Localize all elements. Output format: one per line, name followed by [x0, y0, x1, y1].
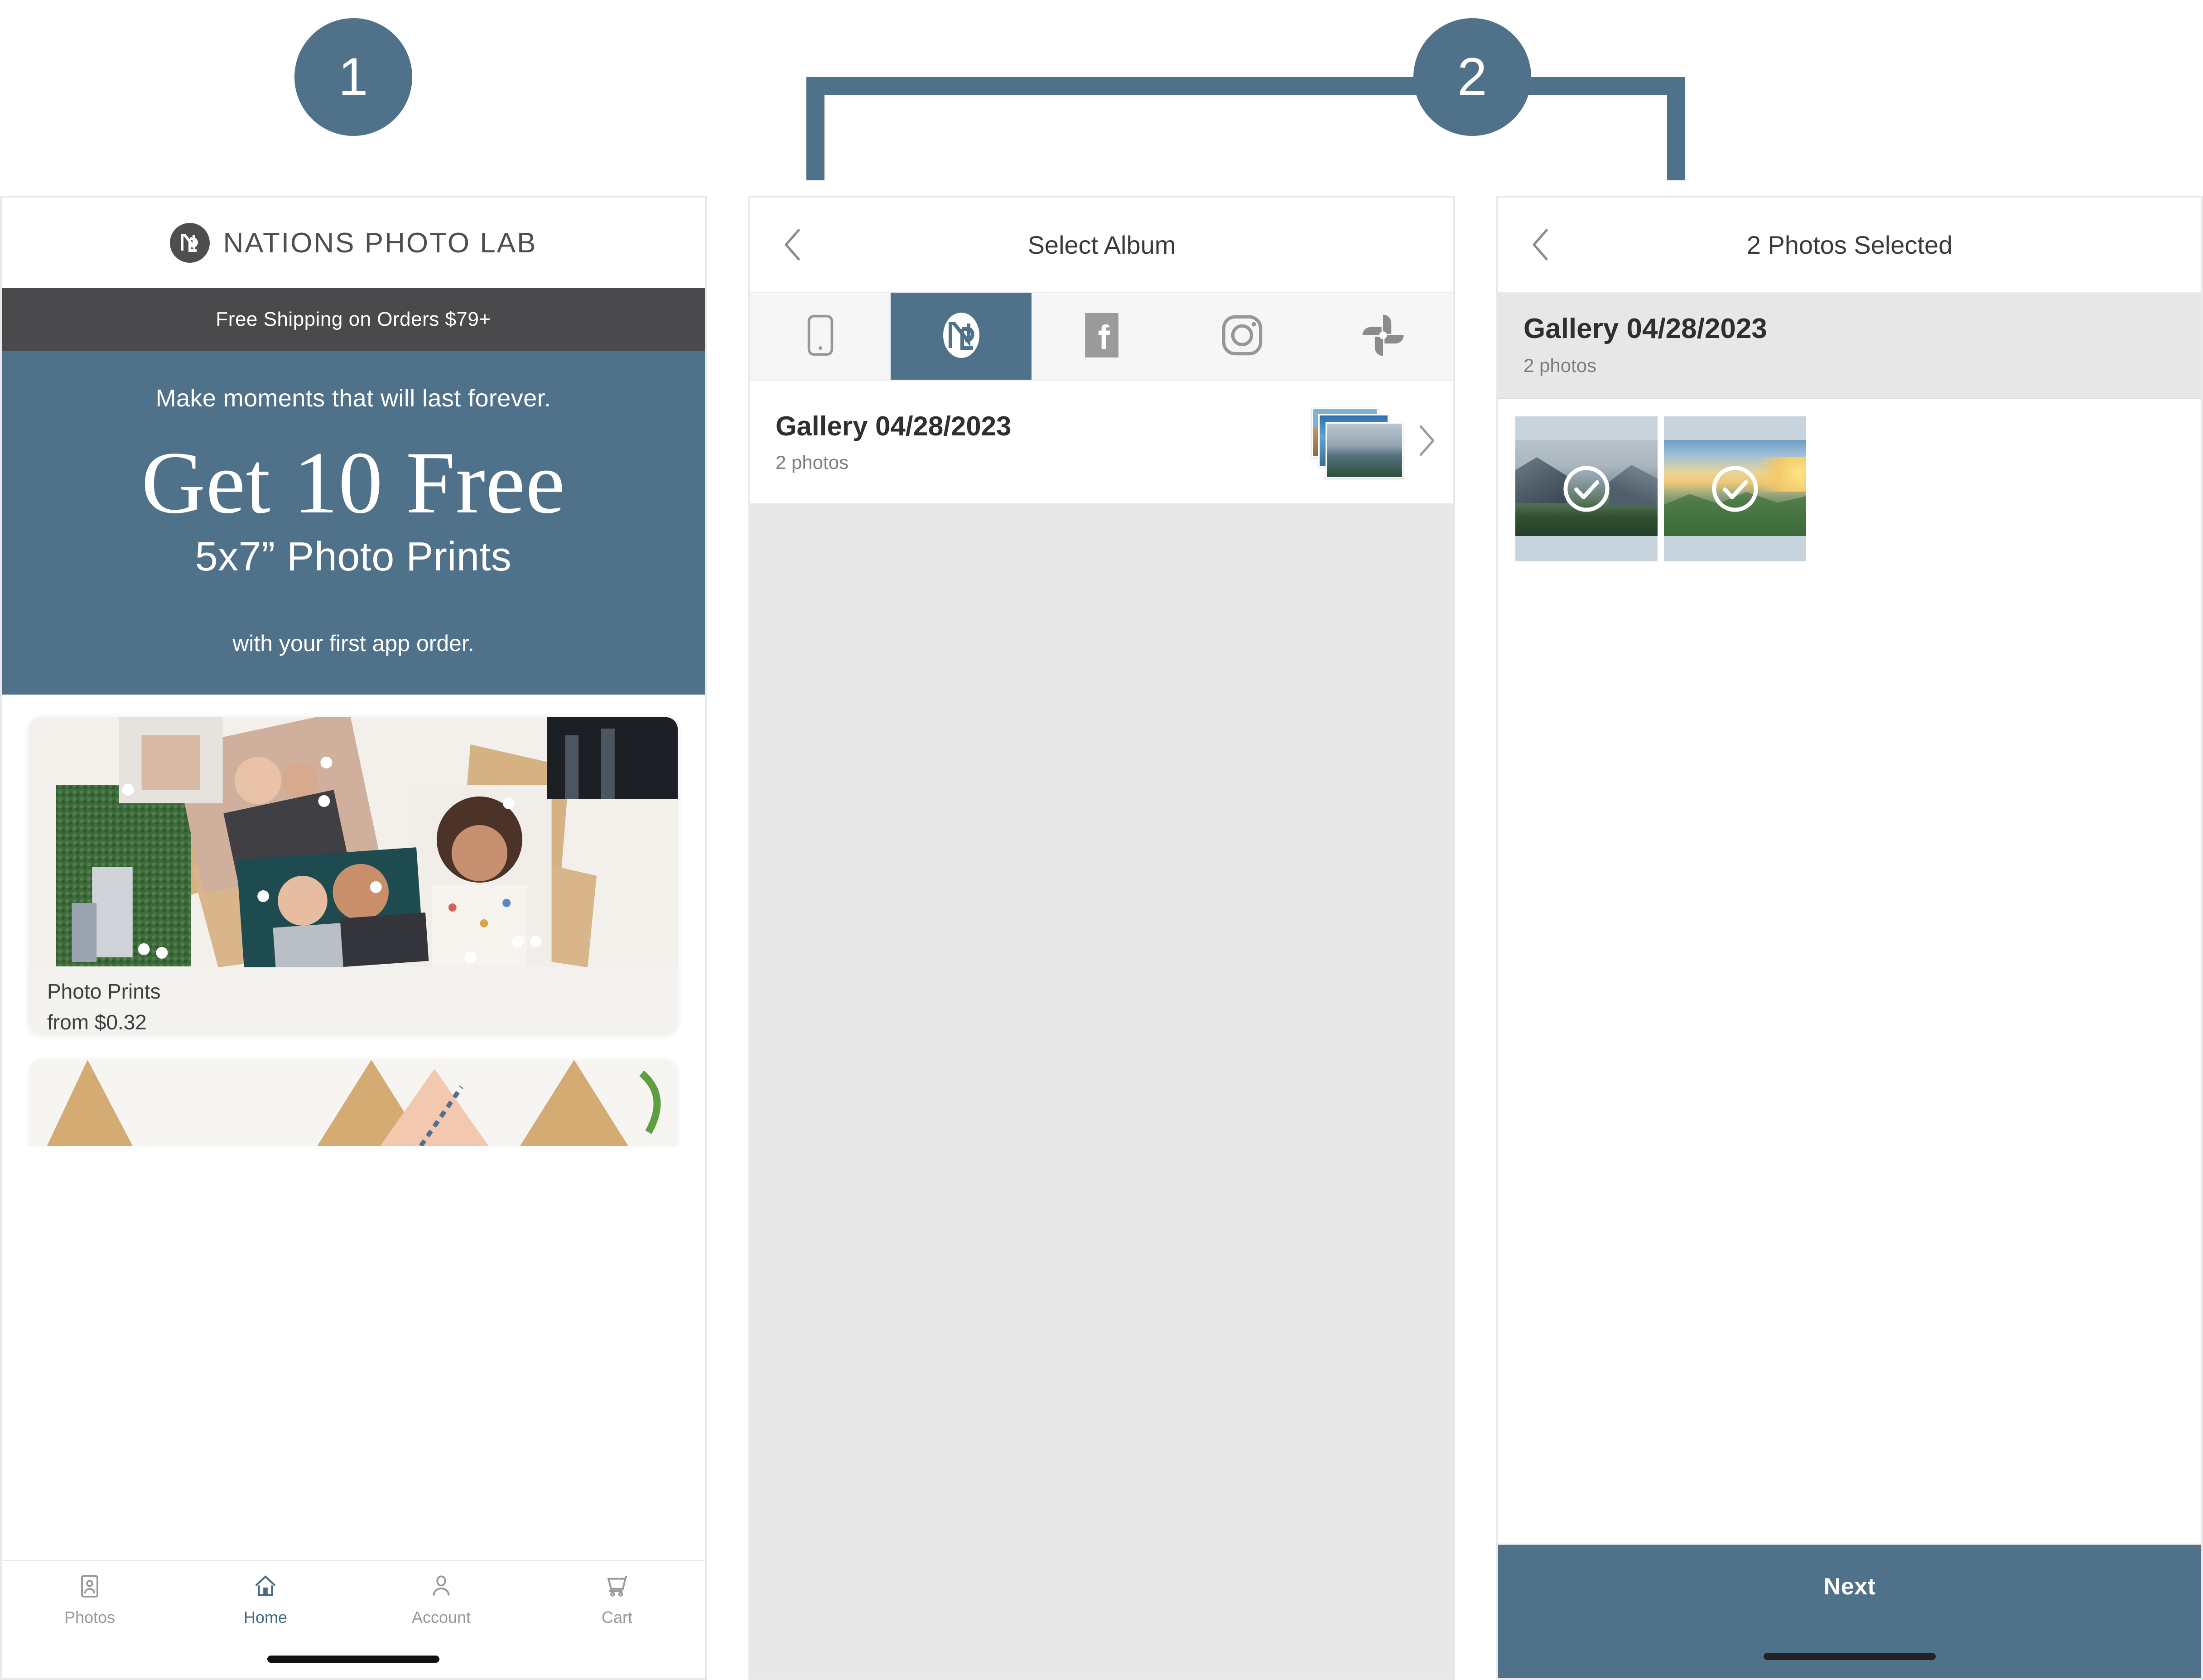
promo-hero: Make moments that will last forever. Get…	[2, 351, 705, 695]
step-badge-1-number: 1	[338, 47, 369, 107]
tab-account-label: Account	[411, 1608, 471, 1627]
album-count: 2 photos	[776, 451, 849, 473]
chevron-right-icon[interactable]	[1414, 423, 1438, 461]
nav-title: 2 Photos Selected	[1746, 230, 1953, 259]
source-tab-phone[interactable]	[750, 293, 891, 380]
album-name: Gallery 04/28/2023	[1523, 313, 1767, 344]
source-tab-facebook[interactable]	[1032, 293, 1172, 380]
source-tab-nations-photo-lab[interactable]	[891, 293, 1032, 380]
shipping-banner-text: Free Shipping on Orders $79+	[216, 308, 491, 330]
hero-headline: Get 10 Free	[141, 434, 566, 532]
photo-grid	[1498, 399, 2201, 1544]
photo-source-tabs	[750, 293, 1453, 381]
check-circle-icon	[1709, 463, 1761, 515]
album-list-item[interactable]: Gallery 04/28/2023 2 photos	[750, 381, 1453, 504]
photo-thumbnail-selected[interactable]	[1664, 416, 1806, 561]
album-thumb-front	[1326, 422, 1403, 478]
product-price: from $0.32	[47, 1010, 147, 1034]
step-badge-2-number: 2	[1457, 47, 1488, 107]
cart-icon	[604, 1573, 630, 1603]
google-photos-icon	[1359, 312, 1407, 361]
tab-home-label: Home	[243, 1608, 288, 1627]
product-card-next-partial[interactable]	[29, 1059, 678, 1146]
step-badge-1: 1	[294, 18, 412, 136]
album-list-empty-area	[750, 504, 1453, 1678]
screenshot-stage: 1 2 NATIONS PHOTO LAB Free Shipping on O…	[0, 0, 2203, 1680]
facebook-icon	[1081, 313, 1123, 360]
brand-wordmark: NATIONS PHOTO LAB	[223, 227, 537, 259]
check-circle-icon	[1560, 463, 1613, 515]
next-button-label: Next	[1823, 1574, 1876, 1600]
bracket-top-bar	[806, 77, 1685, 95]
product-card-photo-prints[interactable]: Photo Prints from $0.32	[29, 717, 678, 1034]
chevron-left-icon[interactable]	[1525, 224, 1557, 265]
hero-tagline: Make moments that will last forever.	[155, 385, 551, 412]
step-badge-2: 2	[1413, 18, 1531, 136]
account-icon	[428, 1573, 454, 1603]
bracket-left-leg	[806, 95, 824, 180]
photos-icon	[77, 1573, 103, 1603]
album-thumbnail-stack	[1312, 408, 1403, 478]
source-tab-instagram[interactable]	[1172, 293, 1312, 380]
app-brand-bar: NATIONS PHOTO LAB	[2, 198, 705, 288]
shipping-banner: Free Shipping on Orders $79+	[2, 288, 705, 351]
hero-subheadline: 5x7” Photo Prints	[195, 534, 512, 579]
home-indicator	[267, 1656, 439, 1663]
home-icon	[252, 1573, 279, 1603]
nav-bar-select-album: Select Album	[750, 198, 1453, 293]
product-title: Photo Prints	[47, 979, 161, 1003]
phone-screen-select-album: Select Album Gallery 04/28/2023 2 photos	[748, 196, 1455, 1680]
album-name: Gallery 04/28/2023	[776, 410, 1012, 441]
instagram-icon	[1220, 313, 1265, 360]
photo-thumbnail-selected[interactable]	[1515, 416, 1658, 561]
nav-title: Select Album	[1027, 230, 1176, 259]
bottom-tab-bar: Photos Home Account Cart	[2, 1560, 705, 1678]
tab-cart-label: Cart	[601, 1608, 632, 1627]
tab-photos-label: Photos	[64, 1608, 116, 1627]
chevron-left-icon[interactable]	[777, 224, 809, 265]
album-count: 2 photos	[1523, 355, 1597, 376]
hero-footnote: with your first app order.	[232, 630, 474, 656]
npl-monogram-icon	[169, 223, 210, 263]
phone-screen-home: NATIONS PHOTO LAB Free Shipping on Order…	[0, 196, 707, 1680]
tab-home[interactable]: Home	[178, 1573, 353, 1627]
product-image	[29, 717, 678, 967]
album-text: Gallery 04/28/2023 2 photos	[776, 410, 1312, 473]
tab-cart[interactable]: Cart	[529, 1573, 705, 1627]
product-meta: Photo Prints from $0.32	[29, 967, 678, 1034]
phone-icon	[803, 314, 838, 359]
phone-screen-photos-selected: 2 Photos Selected Gallery 04/28/2023 2 p…	[1496, 196, 2203, 1680]
bracket-right-leg	[1667, 95, 1685, 180]
source-tab-google-photos[interactable]	[1313, 293, 1453, 380]
npl-monogram-icon	[938, 308, 985, 365]
home-indicator	[1764, 1653, 1936, 1660]
next-button[interactable]: Next	[1498, 1544, 2201, 1678]
tab-photos[interactable]: Photos	[2, 1573, 178, 1627]
step-connector-bracket	[806, 77, 1685, 180]
nav-bar-photos-selected: 2 Photos Selected	[1498, 198, 2201, 293]
tab-account[interactable]: Account	[353, 1573, 529, 1627]
selected-album-header: Gallery 04/28/2023 2 photos	[1498, 293, 2201, 399]
